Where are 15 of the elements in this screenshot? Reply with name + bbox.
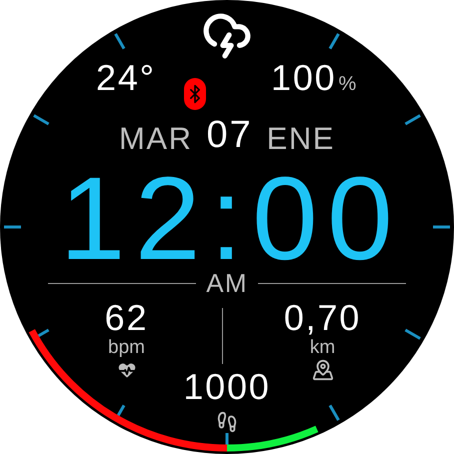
- am-pm: AM: [206, 270, 248, 296]
- footprints-icon: [216, 411, 238, 434]
- weekday: MAR: [118, 123, 193, 154]
- temperature: 24°: [96, 60, 156, 96]
- distance-unit: km: [310, 338, 336, 358]
- percent-unit: %: [338, 74, 356, 94]
- day: 07: [206, 116, 253, 154]
- clock-time: 12:00: [58, 172, 402, 266]
- map-pin-icon: [312, 359, 334, 382]
- distance: 0,70: [284, 300, 362, 336]
- heart-rate: 62: [104, 300, 148, 336]
- month: ENE: [266, 123, 336, 154]
- heart-rate-unit: bpm: [108, 338, 145, 358]
- step-count: 1000: [183, 369, 271, 406]
- battery-percent: 100: [271, 60, 336, 96]
